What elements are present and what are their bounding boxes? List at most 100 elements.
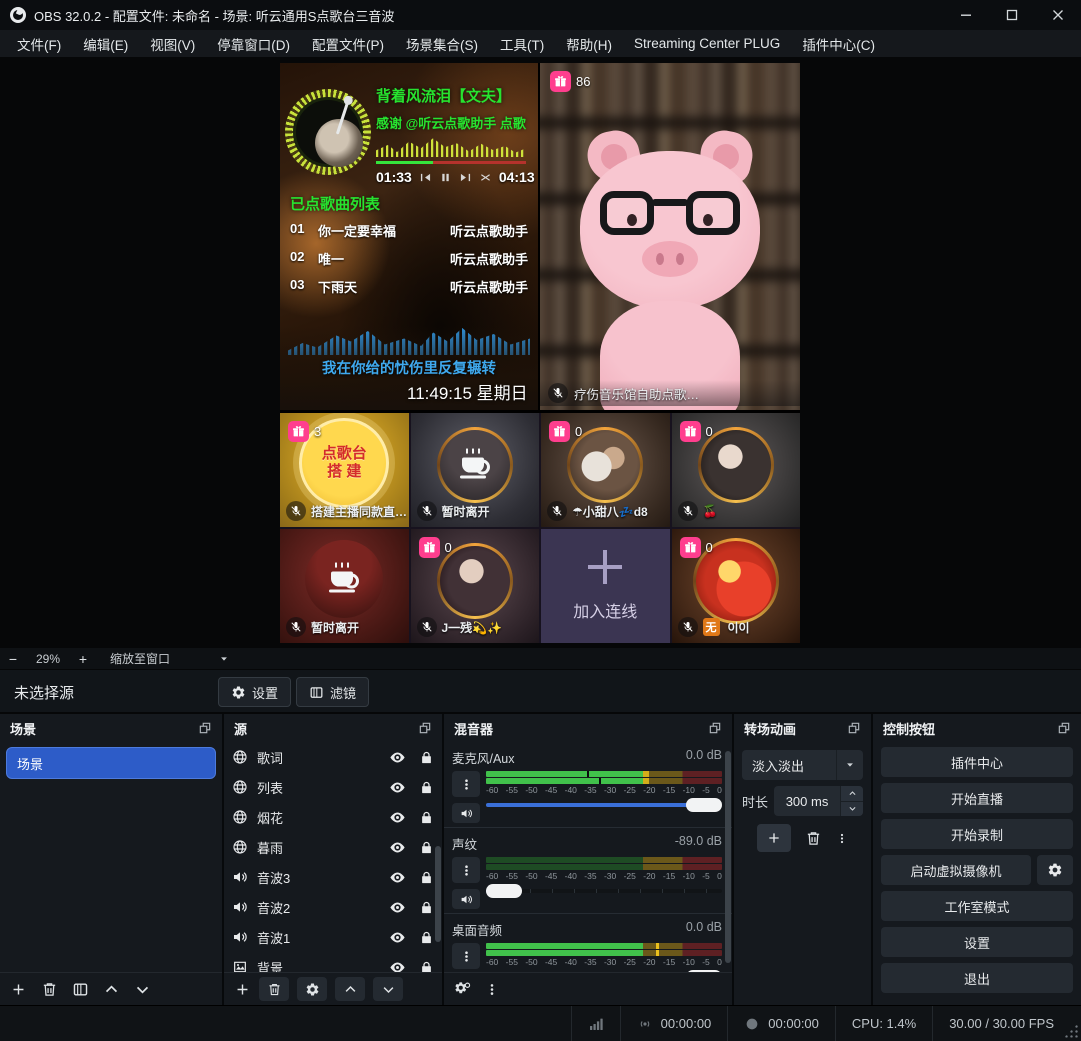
resize-grip[interactable] [1064, 1024, 1078, 1038]
menu-item-6[interactable]: 工具(T) [489, 30, 555, 58]
source-up-button[interactable] [335, 977, 365, 1001]
visibility-eye-icon[interactable] [389, 869, 406, 886]
visibility-eye-icon[interactable] [389, 749, 406, 766]
source-row[interactable]: 列表 [224, 772, 442, 802]
menu-item-8[interactable]: Streaming Center PLUG [623, 30, 791, 58]
maximize-button[interactable] [989, 0, 1035, 30]
lock-icon[interactable] [419, 780, 434, 795]
source-properties-button[interactable]: 设置 [218, 677, 291, 707]
channel-menu-button[interactable] [452, 771, 480, 797]
close-button[interactable] [1035, 0, 1081, 30]
menu-item-9[interactable]: 插件中心(C) [791, 30, 886, 58]
start-streaming-button[interactable]: 开始直播 [881, 783, 1073, 813]
channel-mute-button[interactable] [452, 803, 480, 823]
popout-icon[interactable] [198, 721, 212, 735]
remove-transition-button[interactable] [805, 830, 822, 847]
lock-icon[interactable] [419, 750, 434, 765]
volume-slider-handle[interactable] [486, 884, 522, 898]
zoom-dropdown-caret[interactable] [214, 654, 234, 664]
join-seat-tile[interactable]: 加入连线 [541, 529, 670, 643]
source-filters-button[interactable]: 滤镜 [296, 677, 369, 707]
zoom-out-button[interactable]: − [0, 651, 26, 667]
lock-icon[interactable] [419, 900, 434, 915]
source-down-button[interactable] [373, 977, 403, 1001]
source-row[interactable]: 歌词 [224, 742, 442, 772]
scene-filters-button[interactable] [72, 981, 89, 998]
transition-select[interactable]: 淡入淡出 [742, 750, 863, 780]
gift-icon [680, 421, 701, 442]
mixer-channel-2: 声纹-89.0 dB-60-55-50-45-40-35-30-25-20-15… [444, 827, 732, 913]
lock-icon[interactable] [419, 870, 434, 885]
channel-mute-button[interactable] [452, 889, 480, 909]
visibility-eye-icon[interactable] [389, 779, 406, 796]
mixer-menu-button[interactable] [485, 981, 499, 998]
mixer-scrollbar[interactable] [725, 751, 731, 963]
studio-mode-button[interactable]: 工作室模式 [881, 891, 1073, 921]
gift-counter: 0 [680, 421, 713, 442]
start-recording-button[interactable]: 开始录制 [881, 819, 1073, 849]
menu-item-5[interactable]: 场景集合(S) [395, 30, 489, 58]
menu-item-1[interactable]: 编辑(E) [72, 30, 139, 58]
volume-slider[interactable] [486, 970, 722, 972]
transition-duration-input[interactable]: 300 ms [774, 786, 863, 816]
volume-slider-handle[interactable] [686, 798, 722, 812]
seat-tile-4: 0🍒 [672, 413, 801, 527]
popout-icon[interactable] [847, 721, 861, 735]
source-properties-button[interactable] [297, 977, 327, 1001]
source-label: 歌词 [257, 748, 380, 767]
transition-menu-button[interactable] [836, 830, 848, 847]
source-row[interactable]: 音波1 [224, 922, 442, 952]
popout-icon[interactable] [418, 721, 432, 735]
visibility-eye-icon[interactable] [389, 809, 406, 826]
remove-source-button[interactable] [259, 977, 289, 1001]
volume-slider-handle[interactable] [686, 970, 722, 972]
menu-item-2[interactable]: 视图(V) [139, 30, 206, 58]
source-row[interactable]: 音波2 [224, 892, 442, 922]
advanced-audio-button[interactable] [454, 981, 471, 998]
settings-button[interactable]: 设置 [881, 927, 1073, 957]
popout-icon[interactable] [1057, 721, 1071, 735]
sources-scrollbar[interactable] [435, 846, 441, 943]
lock-icon[interactable] [419, 930, 434, 945]
zoom-fit-label[interactable]: 缩放至窗口 [110, 650, 170, 667]
add-source-button[interactable] [234, 981, 251, 998]
seat-caption: 暂时离开 [286, 617, 359, 637]
program-canvas[interactable]: 背着风流泪【文夫】 感谢 @听云点歌助手 点歌 01:33 04:13 已点歌曲… [280, 63, 800, 643]
add-transition-button[interactable] [757, 824, 791, 852]
menu-item-3[interactable]: 停靠窗口(D) [206, 30, 301, 58]
menu-item-0[interactable]: 文件(F) [6, 30, 72, 58]
popout-icon[interactable] [708, 721, 722, 735]
volume-slider[interactable] [486, 884, 722, 898]
source-row[interactable]: 背景 [224, 952, 442, 972]
duration-increase-button[interactable] [841, 786, 863, 802]
lock-icon[interactable] [419, 840, 434, 855]
source-row[interactable]: 音波3 [224, 862, 442, 892]
lock-icon[interactable] [419, 960, 434, 973]
remove-scene-button[interactable] [41, 981, 58, 998]
source-row[interactable]: 暮雨 [224, 832, 442, 862]
menu-item-7[interactable]: 帮助(H) [555, 30, 623, 58]
channel-db: 0.0 dB [686, 920, 722, 939]
channel-menu-button[interactable] [452, 857, 480, 883]
visibility-eye-icon[interactable] [389, 929, 406, 946]
plugin-center-button[interactable]: 插件中心 [881, 747, 1073, 777]
preview-area[interactable]: 背着风流泪【文夫】 感谢 @听云点歌助手 点歌 01:33 04:13 已点歌曲… [0, 58, 1081, 648]
menu-item-4[interactable]: 配置文件(P) [301, 30, 395, 58]
channel-menu-button[interactable] [452, 943, 480, 969]
scene-list-item[interactable]: 场景 [6, 747, 216, 779]
visibility-eye-icon[interactable] [389, 899, 406, 916]
lock-icon[interactable] [419, 810, 434, 825]
duration-decrease-button[interactable] [841, 802, 863, 817]
visibility-eye-icon[interactable] [389, 959, 406, 973]
zoom-in-button[interactable]: + [70, 651, 96, 667]
scene-down-button[interactable] [134, 981, 151, 998]
visibility-eye-icon[interactable] [389, 839, 406, 856]
virtual-camera-settings-button[interactable] [1037, 855, 1073, 885]
add-scene-button[interactable] [10, 981, 27, 998]
volume-slider[interactable] [486, 798, 722, 812]
exit-button[interactable]: 退出 [881, 963, 1073, 993]
source-row[interactable]: 烟花 [224, 802, 442, 832]
virtual-camera-button[interactable]: 启动虚拟摄像机 [881, 855, 1031, 885]
minimize-button[interactable] [943, 0, 989, 30]
scene-up-button[interactable] [103, 981, 120, 998]
